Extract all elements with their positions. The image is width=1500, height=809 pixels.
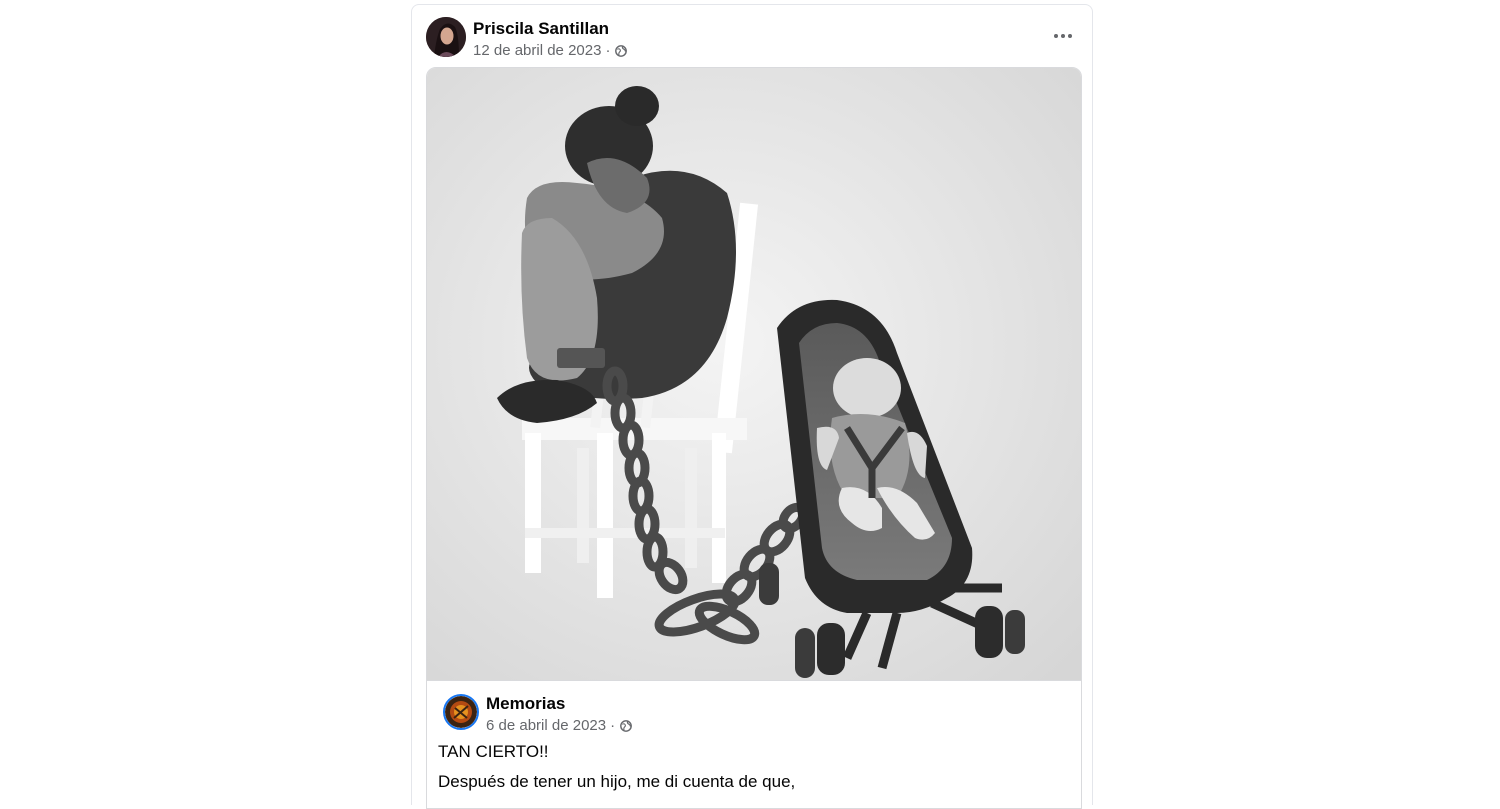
author-name[interactable]: Priscila Santillan <box>473 19 609 39</box>
post-meta: 12 de abril de 2023 · <box>473 42 628 59</box>
page-name[interactable]: Memorias <box>486 694 565 714</box>
shared-post-header: Memorias 6 de abril de 2023 · TAN CIERTO… <box>427 680 1081 791</box>
shared-post-text-line2: Después de tener un hijo, me di cuenta d… <box>438 772 796 791</box>
meta-separator: · <box>610 717 616 734</box>
meta-separator: · <box>605 42 611 59</box>
author-avatar[interactable] <box>426 17 466 57</box>
shared-post-meta: 6 de abril de 2023 · <box>486 717 633 734</box>
more-dot <box>1061 34 1065 38</box>
shared-post-text-line1: TAN CIERTO!! <box>438 742 549 761</box>
shared-post: Memorias 6 de abril de 2023 · TAN CIERTO… <box>426 67 1082 809</box>
illustration-mother-chained-to-stroller <box>427 68 1081 680</box>
more-options-icon[interactable] <box>1048 23 1078 49</box>
globe-icon[interactable] <box>620 719 633 732</box>
more-dot <box>1068 34 1072 38</box>
page-avatar[interactable] <box>443 694 479 730</box>
post-date[interactable]: 12 de abril de 2023 <box>473 42 601 59</box>
globe-icon[interactable] <box>615 44 628 57</box>
page-avatar-image <box>445 696 477 728</box>
post-card: Priscila Santillan 12 de abril de 2023 · <box>411 4 1093 809</box>
more-dot <box>1054 34 1058 38</box>
author-avatar-image <box>426 17 466 57</box>
shared-post-date[interactable]: 6 de abril de 2023 <box>486 717 606 734</box>
post-image[interactable] <box>427 68 1081 680</box>
